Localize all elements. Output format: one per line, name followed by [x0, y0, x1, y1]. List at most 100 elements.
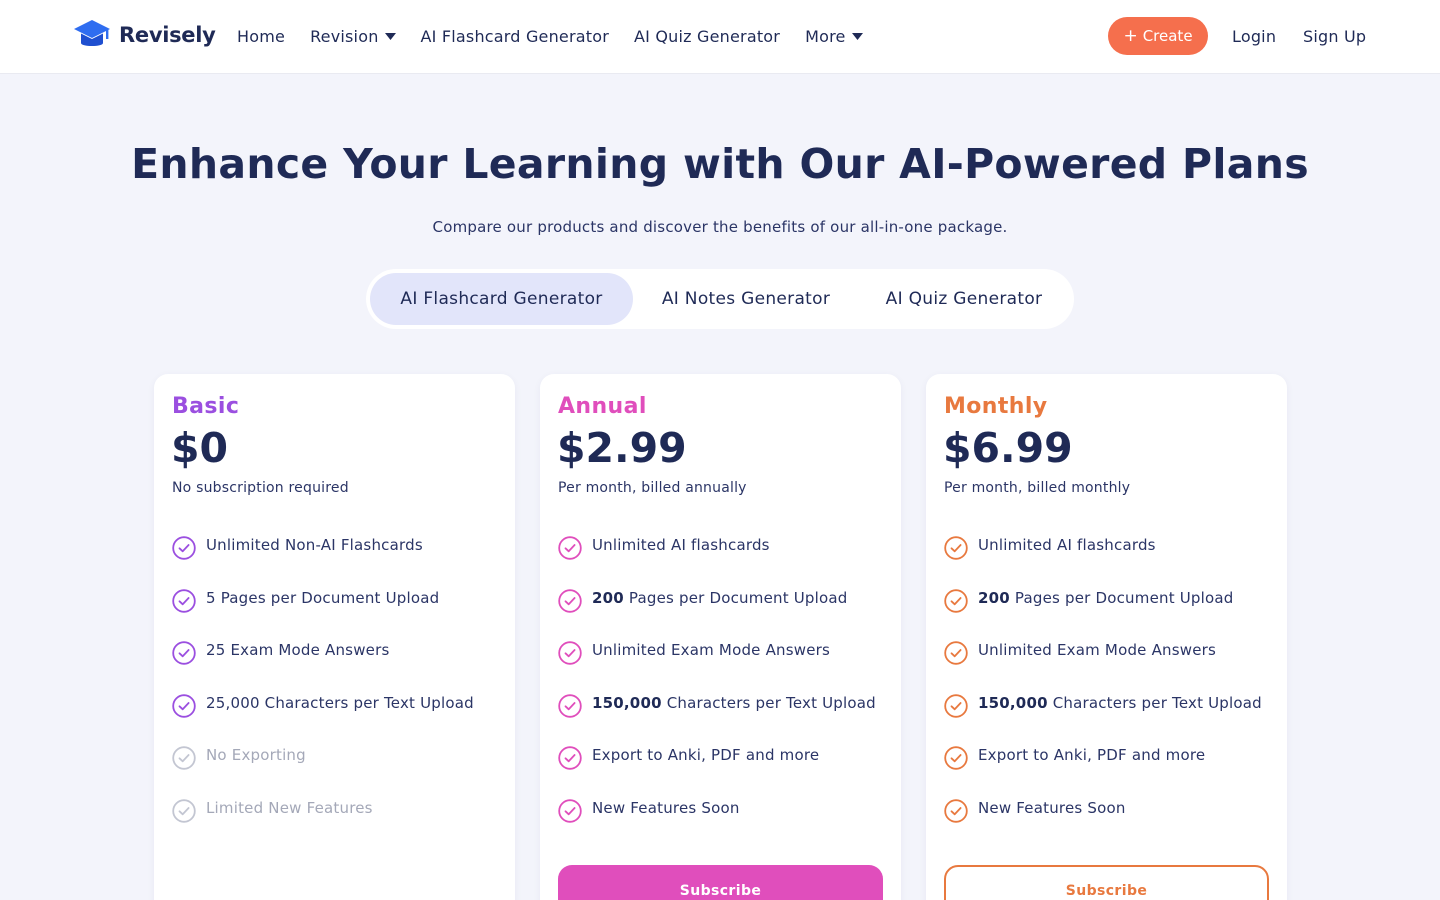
nav-ai-flashcard-generator[interactable]: AI Flashcard Generator	[421, 27, 609, 46]
feature-label: Pages per Document Upload	[623, 588, 848, 607]
plan-card-monthly: Monthly $6.99 Per month, billed monthly …	[926, 374, 1287, 900]
feature-highlight: 150,000	[978, 693, 1048, 712]
feature-text: 5 Pages per Document Upload	[206, 589, 439, 607]
main-nav: Home Revision AI Flashcard Generator AI …	[237, 0, 888, 73]
brand-logo[interactable]: Revisely	[73, 18, 216, 52]
nav-ai-quiz-generator[interactable]: AI Quiz Generator	[634, 27, 780, 46]
login-link[interactable]: Login	[1232, 0, 1276, 73]
check-circle-icon	[172, 693, 196, 718]
plan-price: $2.99	[557, 424, 687, 472]
feature-text: 25 Exam Mode Answers	[206, 641, 389, 659]
nav-revision-dropdown[interactable]: Revision	[310, 27, 396, 46]
nav-home-label: Home	[237, 27, 286, 46]
check-circle-icon	[558, 588, 582, 613]
feature-text: 25,000 Characters per Text Upload	[206, 694, 474, 712]
feature-item: Unlimited Exam Mode Answers	[944, 641, 1284, 694]
check-circle-icon	[172, 536, 196, 560]
plan-name: Monthly	[944, 394, 1048, 419]
signup-link[interactable]: Sign Up	[1303, 0, 1366, 73]
feature-text: Unlimited Exam Mode Answers	[592, 641, 830, 659]
feature-label: 25,000 Characters per Text Upload	[206, 693, 474, 712]
check-circle-icon	[172, 798, 196, 823]
feature-text: Unlimited Non-AI Flashcards	[206, 536, 423, 554]
plan-billing-note: Per month, billed monthly	[944, 480, 1131, 496]
feature-text: Unlimited Exam Mode Answers	[978, 641, 1216, 659]
feature-label: Unlimited Non-AI Flashcards	[206, 536, 423, 554]
check-circle-icon	[944, 693, 968, 718]
check-circle-icon	[944, 798, 968, 823]
nav-home[interactable]: Home	[237, 27, 285, 46]
feature-item: Unlimited AI flashcards	[558, 536, 898, 589]
nav-revision-label: Revision	[310, 27, 379, 46]
feature-text: Export to Anki, PDF and more	[978, 746, 1205, 764]
feature-label: New Features Soon	[978, 798, 1126, 817]
feature-label: Unlimited Exam Mode Answers	[592, 641, 831, 659]
check-circle-icon	[944, 641, 968, 665]
feature-label: Unlimited AI flashcards	[592, 536, 770, 554]
feature-item: 5 Pages per Document Upload	[172, 589, 512, 642]
plan-price: $6.99	[943, 424, 1073, 472]
check-circle-icon	[944, 746, 968, 770]
feature-label: New Features Soon	[592, 798, 740, 817]
feature-item: New Features Soon	[944, 799, 1284, 852]
check-circle-icon	[944, 536, 968, 560]
create-button-label: Create	[1142, 27, 1193, 45]
subscribe-monthly-button[interactable]: Subscribe	[944, 865, 1269, 900]
nav-quiz-label: AI Quiz Generator	[634, 27, 781, 46]
feature-text: Unlimited AI flashcards	[592, 536, 770, 554]
feature-item: Limited New Features	[172, 799, 512, 852]
tab-ai-flashcard-generator[interactable]: AI Flashcard Generator	[370, 273, 633, 325]
feature-item: Unlimited Exam Mode Answers	[558, 641, 898, 694]
subscribe-annual-button[interactable]: Subscribe	[558, 865, 883, 900]
feature-item: No Exporting	[172, 746, 512, 799]
feature-label: Characters per Text Upload	[661, 693, 876, 712]
feature-highlight: 150,000	[592, 693, 662, 712]
feature-item: 200 Pages per Document Upload	[944, 589, 1284, 642]
plan-card-basic: Basic $0 No subscription required Unlimi…	[154, 374, 515, 900]
top-navbar: Revisely Home Revision AI Flashcard Gene…	[0, 0, 1440, 73]
check-circle-icon	[558, 798, 582, 823]
plan-billing-note: Per month, billed annually	[558, 480, 747, 496]
page-subtitle: Compare our products and discover the be…	[432, 218, 1008, 236]
check-circle-icon	[558, 641, 582, 665]
nav-flashcard-label: AI Flashcard Generator	[420, 27, 610, 46]
plan-name: Annual	[558, 394, 647, 419]
feature-item: 150,000 Characters per Text Upload	[944, 694, 1284, 747]
plan-price: $0	[171, 424, 229, 472]
feature-text: New Features Soon	[592, 799, 740, 817]
check-circle-icon	[558, 746, 582, 770]
feature-text: 150,000 Characters per Text Upload	[592, 694, 876, 712]
check-circle-icon	[558, 536, 582, 560]
feature-item: 200 Pages per Document Upload	[558, 589, 898, 642]
tab-ai-notes-generator[interactable]: AI Notes Generator	[633, 273, 859, 325]
feature-list: Unlimited AI flashcards 200 Pages per Doc…	[558, 536, 898, 851]
feature-text: 150,000 Characters per Text Upload	[978, 694, 1262, 712]
feature-label: No Exporting	[206, 746, 306, 764]
plan-name: Basic	[172, 394, 240, 419]
chevron-down-icon	[384, 33, 396, 40]
feature-label: Limited New Features	[206, 798, 373, 817]
nav-more-dropdown[interactable]: More	[805, 27, 863, 46]
feature-item: Unlimited AI flashcards	[944, 536, 1284, 589]
tab-ai-quiz-generator[interactable]: AI Quiz Generator	[859, 273, 1069, 325]
feature-item: 25 Exam Mode Answers	[172, 641, 512, 694]
check-circle-icon	[172, 641, 196, 665]
feature-label: Pages per Document Upload	[1009, 588, 1234, 607]
feature-list: Unlimited Non-AI Flashcards 5 Pages per D…	[172, 536, 512, 851]
chevron-down-icon	[851, 33, 863, 40]
product-tabs: AI Flashcard Generator AI Notes Generato…	[366, 269, 1074, 329]
check-circle-icon	[172, 746, 196, 770]
feature-label: Unlimited Exam Mode Answers	[978, 641, 1217, 659]
feature-label: Characters per Text Upload	[1047, 693, 1262, 712]
feature-item: Export to Anki, PDF and more	[944, 746, 1284, 799]
feature-text: 200 Pages per Document Upload	[592, 589, 848, 607]
feature-highlight: 200	[978, 588, 1010, 607]
feature-label: 5 Pages per Document Upload	[206, 588, 440, 607]
feature-highlight: 200	[592, 588, 624, 607]
brand-name: Revisely	[119, 23, 216, 47]
feature-item: Export to Anki, PDF and more	[558, 746, 898, 799]
create-button[interactable]: + Create	[1108, 17, 1208, 55]
feature-label: 25 Exam Mode Answers	[206, 641, 390, 659]
check-circle-icon	[172, 588, 196, 613]
check-circle-icon	[944, 588, 968, 613]
